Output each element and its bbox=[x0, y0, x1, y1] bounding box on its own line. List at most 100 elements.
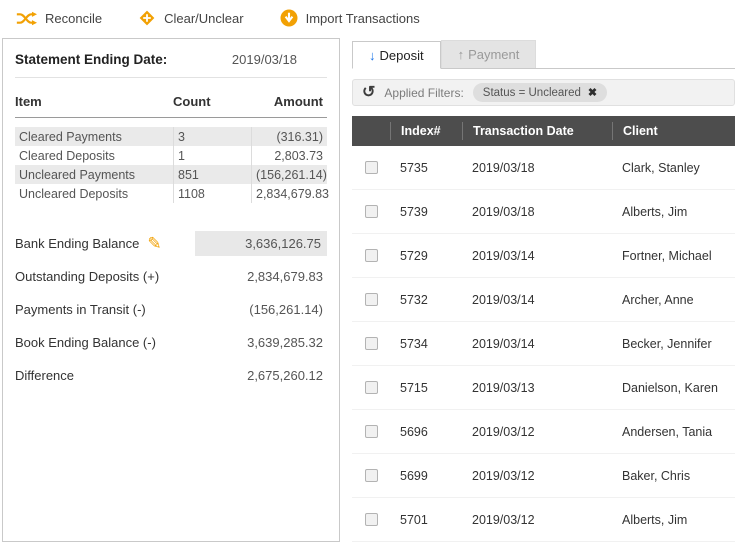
applied-filters-label: Applied Filters: bbox=[384, 85, 464, 100]
total-row-outstanding-deposits: Outstanding Deposits (+) 2,834,679.83 bbox=[15, 260, 327, 293]
cell-index: 5699 bbox=[400, 468, 428, 483]
reconcile-shuffle-icon bbox=[16, 10, 37, 27]
reset-filters-icon[interactable]: ↺ bbox=[362, 84, 375, 101]
cell-client: Archer, Anne bbox=[622, 292, 694, 307]
payments-in-transit-label: Payments in Transit (-) bbox=[15, 302, 146, 317]
col-index: Index# bbox=[390, 122, 462, 140]
row-checkbox[interactable] bbox=[364, 249, 378, 262]
summary-items-table: Item Count Amount Cleared Payments 3 (31… bbox=[15, 88, 329, 203]
summary-row-uncleared-payments: Uncleared Payments 851 (156,261.14) bbox=[15, 165, 327, 184]
total-row-payments-in-transit: Payments in Transit (-) (156,261.14) bbox=[15, 293, 327, 326]
tab-payment[interactable]: ↑ Payment bbox=[440, 40, 537, 68]
row-checkbox[interactable] bbox=[364, 205, 378, 218]
cell-index: 5735 bbox=[400, 160, 428, 175]
col-checkbox bbox=[352, 122, 390, 140]
item-count: 1108 bbox=[173, 184, 251, 203]
row-checkbox[interactable] bbox=[364, 381, 378, 394]
reconcile-label: Reconcile bbox=[45, 10, 103, 26]
cell-client: Danielson, Karen bbox=[622, 380, 718, 395]
row-checkbox[interactable] bbox=[364, 469, 378, 482]
transactions-table: Index# Transaction Date Client 5735 2019… bbox=[352, 116, 735, 542]
table-row[interactable]: 5739 2019/03/18 Alberts, Jim bbox=[352, 190, 735, 234]
cell-client: Andersen, Tania bbox=[622, 424, 713, 439]
item-amount: 2,834,679.83 bbox=[251, 184, 333, 203]
col-client: Client bbox=[612, 122, 735, 140]
remove-filter-icon[interactable]: ✖ bbox=[588, 86, 597, 99]
table-row[interactable]: 5701 2019/03/12 Alberts, Jim bbox=[352, 498, 735, 542]
cell-date: 2019/03/14 bbox=[472, 248, 535, 263]
clear-unclear-diamond-icon bbox=[138, 9, 156, 27]
reconcile-button[interactable]: Reconcile bbox=[16, 10, 102, 27]
payments-in-transit-value: (156,261.14) bbox=[249, 302, 323, 317]
filter-pill-text: Status = Uncleared bbox=[482, 86, 581, 99]
cell-date: 2019/03/18 bbox=[472, 204, 535, 219]
table-row[interactable]: 5715 2019/03/13 Danielson, Karen bbox=[352, 366, 735, 410]
cell-date: 2019/03/13 bbox=[472, 380, 535, 395]
book-ending-balance-label: Book Ending Balance (-) bbox=[15, 335, 156, 350]
transactions-panel: ↓ Deposit ↑ Payment ↺ Applied Filters: S… bbox=[352, 40, 735, 542]
row-checkbox[interactable] bbox=[364, 337, 378, 350]
cell-index: 5732 bbox=[400, 292, 428, 307]
table-row[interactable]: 5729 2019/03/14 Fortner, Michael bbox=[352, 234, 735, 278]
row-checkbox[interactable] bbox=[364, 293, 378, 306]
cell-date: 2019/03/12 bbox=[472, 468, 535, 483]
clear-unclear-button[interactable]: Clear/Unclear bbox=[138, 9, 244, 27]
edit-pencil-icon[interactable]: ✎ bbox=[147, 235, 161, 252]
filter-pill-status-uncleared: Status = Uncleared ✖ bbox=[472, 83, 608, 102]
cell-date: 2019/03/14 bbox=[472, 292, 535, 307]
row-checkbox[interactable] bbox=[364, 513, 378, 526]
col-item: Item bbox=[15, 94, 42, 109]
applied-filters-bar: ↺ Applied Filters: Status = Uncleared ✖ bbox=[352, 79, 735, 106]
statement-ending-date-row: Statement Ending Date: 2019/03/18 bbox=[15, 50, 327, 78]
cell-index: 5696 bbox=[400, 424, 428, 439]
bank-ending-balance-value[interactable]: 3,636,126.75 bbox=[195, 231, 327, 256]
summary-totals: Bank Ending Balance ✎ 3,636,126.75 Outst… bbox=[15, 227, 327, 392]
col-amount: Amount bbox=[273, 94, 323, 109]
item-count: 3 bbox=[173, 127, 251, 146]
transactions-table-header: Index# Transaction Date Client bbox=[352, 116, 735, 146]
cell-client: Clark, Stanley bbox=[622, 160, 700, 175]
table-row[interactable]: 5699 2019/03/12 Baker, Chris bbox=[352, 454, 735, 498]
item-amount: (156,261.14) bbox=[251, 165, 331, 184]
toolbar: Reconcile Clear/Unclear Import Transacti… bbox=[0, 0, 735, 36]
row-checkbox[interactable] bbox=[364, 425, 378, 438]
cell-date: 2019/03/12 bbox=[472, 424, 535, 439]
row-checkbox[interactable] bbox=[364, 161, 378, 174]
summary-table-header: Item Count Amount bbox=[15, 88, 327, 118]
table-row[interactable]: 5696 2019/03/12 Andersen, Tania bbox=[352, 410, 735, 454]
tab-deposit[interactable]: ↓ Deposit bbox=[352, 41, 441, 69]
difference-value: 2,675,260.12 bbox=[247, 368, 323, 383]
outstanding-deposits-value: 2,834,679.83 bbox=[247, 269, 323, 284]
cell-client: Becker, Jennifer bbox=[622, 336, 712, 351]
item-name: Cleared Deposits bbox=[19, 148, 115, 163]
payment-up-arrow-icon: ↑ bbox=[457, 47, 465, 62]
table-row[interactable]: 5735 2019/03/18 Clark, Stanley bbox=[352, 146, 735, 190]
statement-ending-date-value[interactable]: 2019/03/18 bbox=[232, 52, 297, 67]
item-amount: 2,803.73 bbox=[251, 146, 327, 165]
bank-ending-balance-label: Bank Ending Balance bbox=[15, 236, 140, 251]
outstanding-deposits-label: Outstanding Deposits (+) bbox=[15, 269, 160, 284]
cell-client: Baker, Chris bbox=[622, 468, 691, 483]
difference-label: Difference bbox=[15, 368, 75, 383]
summary-row-uncleared-deposits: Uncleared Deposits 1108 2,834,679.83 bbox=[15, 184, 329, 203]
book-ending-balance-value: 3,639,285.32 bbox=[247, 335, 323, 350]
cell-index: 5739 bbox=[400, 204, 428, 219]
item-name: Uncleared Payments bbox=[19, 167, 136, 182]
import-download-icon bbox=[280, 9, 298, 27]
col-count: Count bbox=[173, 94, 211, 109]
col-transaction-date: Transaction Date bbox=[462, 122, 612, 140]
cell-client: Alberts, Jim bbox=[622, 512, 688, 527]
table-row[interactable]: 5732 2019/03/14 Archer, Anne bbox=[352, 278, 735, 322]
total-row-bank-ending-balance: Bank Ending Balance ✎ 3,636,126.75 bbox=[15, 227, 327, 260]
cell-index: 5715 bbox=[400, 380, 428, 395]
clear-unclear-label: Clear/Unclear bbox=[164, 10, 244, 26]
item-count: 1 bbox=[173, 146, 251, 165]
summary-row-cleared-payments: Cleared Payments 3 (316.31) bbox=[15, 127, 327, 146]
item-name: Uncleared Deposits bbox=[19, 186, 129, 201]
cell-index: 5729 bbox=[400, 248, 428, 263]
item-amount: (316.31) bbox=[251, 127, 327, 146]
import-transactions-label: Import Transactions bbox=[305, 10, 420, 26]
cell-date: 2019/03/14 bbox=[472, 336, 535, 351]
table-row[interactable]: 5734 2019/03/14 Becker, Jennifer bbox=[352, 322, 735, 366]
import-transactions-button[interactable]: Import Transactions bbox=[280, 9, 420, 27]
